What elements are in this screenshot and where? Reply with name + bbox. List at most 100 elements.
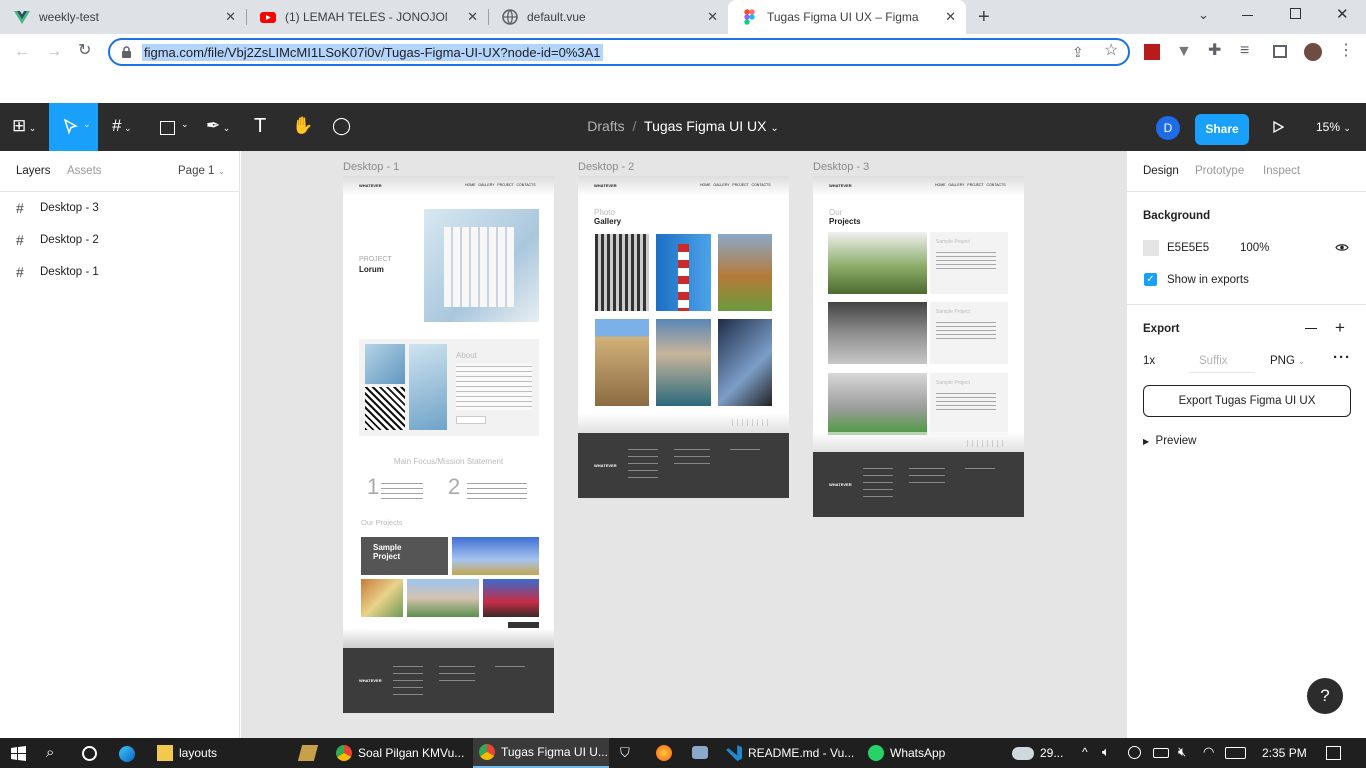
card-text-lines [936,320,996,342]
layer-desktop-2[interactable]: # Desktop - 2 [16,232,99,248]
desktop-3-frame[interactable]: WHATEVER HOME GALLERY PROJECT CONTACTS O… [813,176,1024,517]
address-bar[interactable]: figma.com/file/Vbj2ZsLIMcMI1LSoK07i0v/Tu… [108,38,1130,66]
hero-title: Lorum [359,265,384,274]
format-value: PNG [1270,355,1295,367]
chevron-down-icon[interactable]: ⌄ [770,123,778,134]
close-tab-icon[interactable]: ✕ [945,9,956,25]
project-card-2: Sample Project [930,302,1008,364]
remove-export-icon[interactable] [1305,328,1317,329]
file-name[interactable]: Tugas Figma UI UX [644,118,766,134]
export-button[interactable]: Export Tugas Figma UI UX [1143,385,1351,417]
close-tab-icon[interactable]: ✕ [467,9,478,25]
share-button[interactable]: Share [1195,114,1249,145]
extensions-puzzle-icon[interactable]: ✚ [1208,43,1221,59]
help-button[interactable]: ? [1307,678,1343,714]
browser-tab-default-vue[interactable]: default.vue ✕ [488,0,728,34]
clock[interactable]: 2:35 PM [1262,738,1307,768]
extension-v-icon[interactable]: ▼ [1176,44,1192,60]
export-scale[interactable]: 1x [1143,355,1155,367]
sample-project-card: Sample Project [361,537,448,575]
window-close-icon[interactable]: ✕ [1336,5,1349,23]
hero-kicker: PROJECT [359,256,392,263]
camera-icon[interactable] [692,746,708,759]
forward-icon[interactable]: → [46,44,62,60]
gallery-image-6 [718,319,772,406]
battery-icon[interactable] [1153,748,1169,758]
chevron-up-icon[interactable]: ^ [1082,745,1088,759]
reload-icon[interactable]: ↻ [78,43,91,59]
taskbar-figma[interactable]: Tugas Figma UI U... [473,738,609,768]
tab-prototype[interactable]: Prototype [1195,165,1244,177]
app-icon[interactable] [297,745,319,761]
media-queue-icon[interactable]: ≡ [1240,43,1249,59]
tab-assets[interactable]: Assets [67,165,102,177]
windows-start-icon[interactable] [11,746,26,761]
browser-tab-weekly-test[interactable]: weekly-test ✕ [0,0,246,34]
frame-label[interactable]: Desktop - 1 [343,161,399,173]
share-page-icon[interactable]: ⇪ [1072,44,1084,60]
taskbar-whatsapp[interactable]: WhatsApp [862,738,972,768]
extension-icon[interactable] [1144,44,1160,60]
frame-label[interactable]: Desktop - 2 [578,161,634,173]
tab-layers[interactable]: Layers [16,165,51,177]
layer-name: Desktop - 3 [40,202,99,214]
profile-avatar[interactable] [1304,43,1322,61]
minimize-icon[interactable] [1242,15,1253,16]
tab-title: weekly-test [39,10,100,24]
layer-desktop-1[interactable]: # Desktop - 1 [16,264,99,280]
keyboard-icon[interactable] [1225,747,1246,759]
search-icon[interactable]: ⌕ [46,744,54,761]
restore-icon[interactable] [1290,8,1301,19]
tab-search-icon[interactable]: ⌄ [1198,7,1209,23]
notifications-icon[interactable] [1326,746,1341,760]
tab-design[interactable]: Design [1143,165,1179,177]
browser-tab-figma[interactable]: Tugas Figma UI UX – Figma ✕ [728,0,966,34]
taskbar-layouts[interactable]: layouts [151,738,291,768]
page-selector[interactable]: Page 1 ⌄ [178,165,225,177]
project-card-title: Sample Project [936,380,970,386]
color-swatch[interactable] [1143,240,1159,256]
present-play-icon[interactable] [1273,121,1284,133]
browser-tab-strip: weekly-test ✕ (1) LEMAH TELES - JONOJONI… [0,0,1366,34]
format-select[interactable]: PNG ⌄ [1270,355,1305,367]
tab-inspect[interactable]: Inspect [1263,165,1300,177]
firefox-icon[interactable] [656,745,672,761]
side-panel-icon[interactable] [1273,45,1287,58]
new-tab-icon[interactable]: + [978,6,990,29]
wifi-icon[interactable]: ◠ [1203,744,1214,760]
chrome-menu-icon[interactable]: ⋮ [1338,43,1354,59]
browser-tab-youtube[interactable]: (1) LEMAH TELES - JONOJONI ( C ✕ [246,0,488,34]
task-view-icon[interactable] [82,746,97,761]
desktop-2-frame[interactable]: WHATEVER HOME GALLERY PROJECT CONTACTS P… [578,176,789,498]
frame-label[interactable]: Desktop - 3 [813,161,869,173]
zoom-level[interactable]: 15% ⌄ [1316,120,1351,134]
taskbar-vscode[interactable]: README.md - Vu... [720,738,856,768]
url-text[interactable]: figma.com/file/Vbj2ZsLIMcMI1LSoK07i0v/Tu… [142,44,603,61]
user-avatar[interactable]: D [1156,116,1180,140]
show-in-exports-checkbox[interactable]: ✓ [1144,273,1157,286]
close-tab-icon[interactable]: ✕ [225,9,236,25]
more-options-icon[interactable]: ··· [1333,349,1351,366]
shield-icon[interactable]: ⛉ [620,745,630,761]
canvas[interactable]: Desktop - 1 WHATEVER HOME GALLERY PROJEC… [241,151,1126,738]
edge-icon[interactable] [119,746,135,762]
suffix-input[interactable]: Suffix [1199,355,1228,367]
eye-icon[interactable] [1335,243,1349,252]
preview-toggle[interactable]: ▶ Preview [1143,435,1196,447]
volume-icon[interactable]: 🔈︎ [1102,744,1110,760]
background-opacity[interactable]: 100% [1240,242,1269,254]
status-icon[interactable] [1128,746,1141,759]
weather-widget[interactable]: 29... [1012,738,1063,768]
mute-icon[interactable]: 🔇︎ [1178,744,1186,760]
bookmark-star-icon[interactable]: ☆ [1104,43,1118,59]
taskbar-soal-pilgan[interactable]: Soal Pilgan KMVu... [330,738,470,768]
back-icon[interactable]: ← [14,44,30,60]
drafts-link[interactable]: Drafts [587,118,624,134]
project-image-2 [361,579,403,617]
project-card-1: Sample Project [930,232,1008,294]
background-hex[interactable]: E5E5E5 [1167,242,1209,254]
add-export-icon[interactable]: + [1335,318,1345,338]
close-tab-icon[interactable]: ✕ [707,9,718,25]
layer-desktop-3[interactable]: # Desktop - 3 [16,200,99,216]
desktop-1-frame[interactable]: WHATEVER HOME GALLERY PROJECT CONTACTS P… [343,176,554,713]
